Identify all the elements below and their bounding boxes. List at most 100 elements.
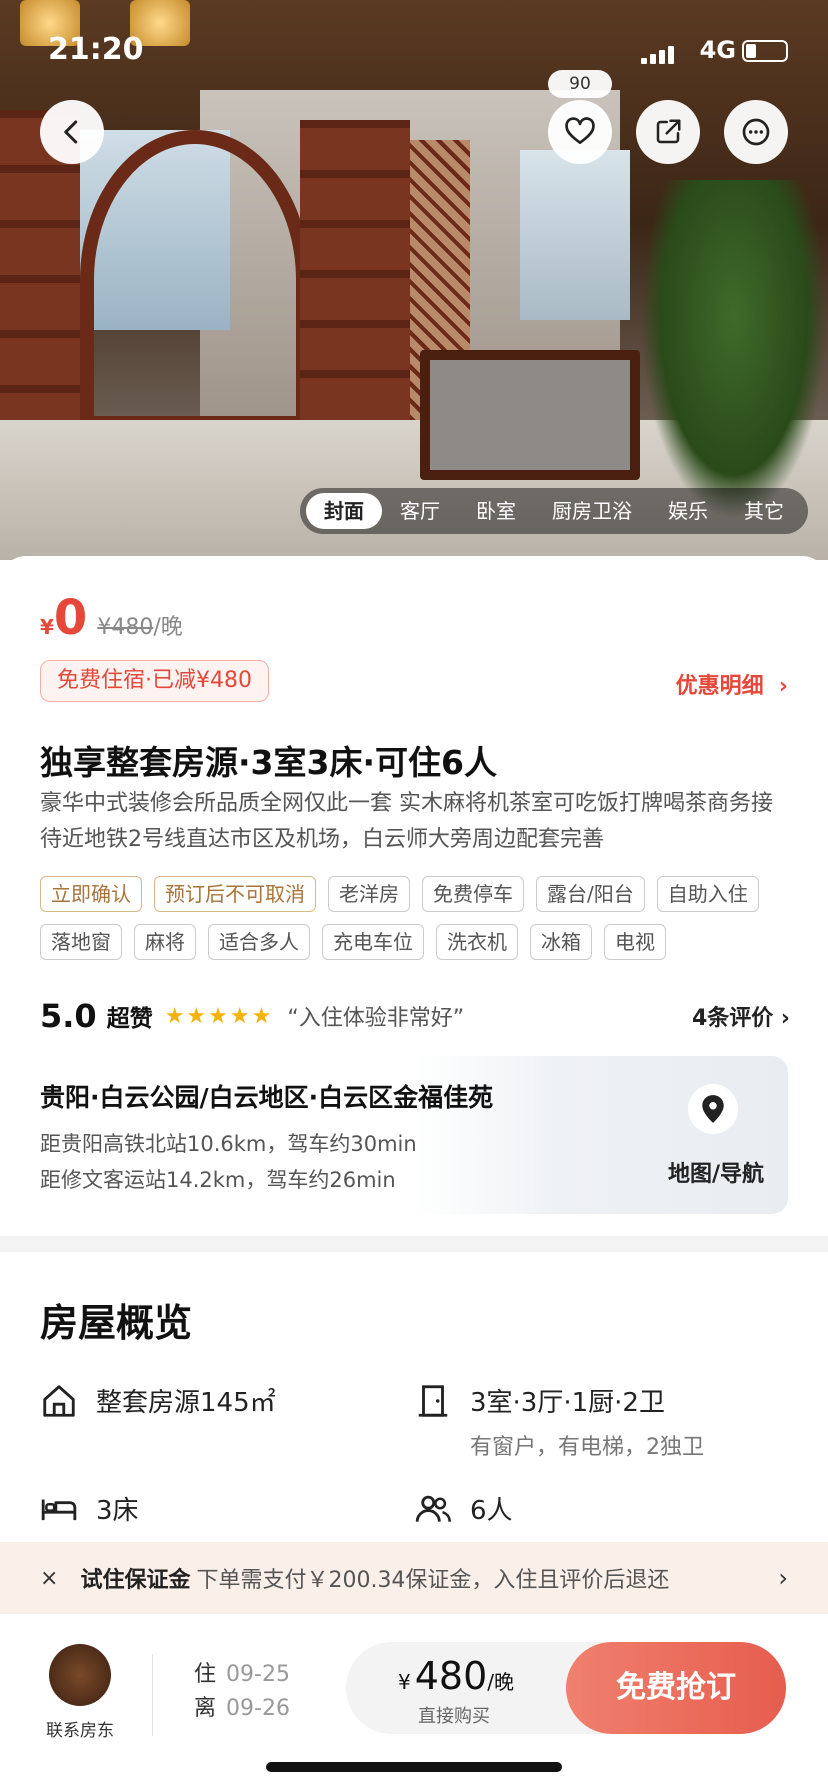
signal-icon: [641, 46, 674, 64]
tag: 落地窗: [40, 924, 122, 960]
tag: 预订后不可取消: [154, 876, 316, 912]
bottom-price: ¥480/晚: [398, 1654, 514, 1698]
tag: 老洋房: [328, 876, 410, 912]
layout-subtext: 有窗户，有电梯，2独卫: [470, 1435, 704, 1460]
rating-row[interactable]: 5.0 超赞 ★★★★★ “入住体验非常好” 4条评价 ›: [40, 996, 790, 1036]
tag: 麻将: [134, 924, 196, 960]
status-bar: 21:20 4G: [0, 32, 828, 72]
tab-other[interactable]: 其它: [726, 493, 802, 529]
hero-window: [520, 150, 630, 320]
map-pin-icon: [688, 1084, 738, 1134]
hero-sofa: [420, 350, 640, 480]
checkin-label: 住: [194, 1662, 217, 1687]
favorite-button[interactable]: [548, 100, 612, 164]
reviews-link[interactable]: 4条评价 ›: [692, 1000, 790, 1032]
network-type: 4G: [699, 36, 736, 64]
overview-layout: 3室·3厅·1厨·2卫 有窗户，有电梯，2独卫: [414, 1382, 704, 1461]
free-stay-badge: 免费住宿·已减¥480: [40, 660, 269, 702]
host-avatar: [49, 1644, 111, 1706]
chevron-right-icon: ›: [771, 674, 788, 699]
overview-beds: 3床: [40, 1490, 139, 1528]
deposit-title: 试住保证金: [80, 1568, 191, 1593]
home-indicator: [266, 1762, 562, 1772]
price-currency: ¥: [40, 615, 54, 639]
tag: 电视: [604, 924, 666, 960]
listing-title: 独享整套房源·3室3床·可住6人: [40, 743, 497, 782]
section-divider: [0, 1236, 828, 1252]
chevron-left-icon: [64, 120, 78, 144]
listing-card: ¥ 0 ¥480 /晚 免费住宿·已减¥480 优惠明细 › 独享整套房源·3室…: [0, 556, 828, 1236]
message-button[interactable]: [724, 100, 788, 164]
bottom-price-currency: ¥: [398, 1670, 411, 1694]
section-title: 房屋概览: [40, 1301, 193, 1345]
tab-cover[interactable]: 封面: [306, 493, 382, 529]
tag: 洗衣机: [436, 924, 518, 960]
checkin-date: 09-25: [226, 1662, 290, 1687]
favorite-count: 90: [548, 70, 612, 98]
overview-guests: 6人: [414, 1490, 513, 1528]
rating-score: 5.0: [40, 997, 97, 1035]
divider: [152, 1654, 153, 1736]
discount-details-label: 优惠明细: [675, 674, 764, 699]
area-text: 整套房源145㎡: [96, 1388, 276, 1418]
listing-description: 豪华中式装修会所品质全网仅此一套 实木麻将机茶室可吃饭打牌喝茶商务接待近地铁2号…: [40, 791, 773, 852]
hero-photo[interactable]: 21:20 4G 90 封面 客厅 卧室 厨房卫浴 娱乐 其它: [0, 0, 828, 560]
chevron-right-icon: ›: [773, 1006, 790, 1031]
battery-icon: [742, 40, 788, 62]
address: 贵阳·白云公园/白云地区·白云区金福佳苑: [40, 1083, 494, 1112]
share-icon: [656, 119, 681, 144]
hero-plant: [640, 180, 828, 520]
bottom-price-value: 480: [414, 1654, 488, 1698]
tab-bedroom[interactable]: 卧室: [458, 493, 534, 529]
tab-living-room[interactable]: 客厅: [382, 493, 458, 529]
close-icon[interactable]: ×: [40, 1566, 58, 1591]
star-rating-icon: ★★★★★: [164, 1003, 274, 1029]
bed-icon: [41, 1499, 77, 1521]
contact-host-button[interactable]: 联系房东: [40, 1644, 120, 1741]
house-overview: 房屋概览 整套房源145㎡ 3室·3厅·1厨·2卫 有窗户，有电梯，2独卫 3床…: [0, 1252, 828, 1542]
tag: 充电车位: [322, 924, 424, 960]
location-panel[interactable]: 贵阳·白云公园/白云地区·白云区金福佳苑 距贵阳高铁北站10.6km，驾车约30…: [40, 1056, 788, 1214]
tag: 免费停车: [422, 876, 524, 912]
hero-shelf: [300, 120, 410, 420]
tag: 适合多人: [208, 924, 310, 960]
deposit-text: 下单需支付￥200.34保证金，入住且评价后退还: [196, 1568, 670, 1593]
tag: 自助入住: [656, 876, 759, 912]
photo-category-tabs: 封面 客厅 卧室 厨房卫浴 娱乐 其它: [300, 488, 808, 534]
overview-area: 整套房源145㎡: [40, 1382, 276, 1420]
tab-kitchen-bath[interactable]: 厨房卫浴: [534, 493, 650, 529]
contact-host-label: 联系房东: [46, 1721, 114, 1741]
bottom-price-unit: /晚: [487, 1670, 515, 1694]
people-icon: [415, 1495, 451, 1522]
stay-dates[interactable]: 住 09-25 离 09-26: [194, 1658, 290, 1726]
rating-label: 超赞: [106, 1006, 153, 1032]
discount-details-link[interactable]: 优惠明细 ›: [676, 668, 788, 700]
back-button[interactable]: [40, 100, 104, 164]
tag: 立即确认: [40, 876, 142, 912]
tag: 露台/阳台: [536, 876, 645, 912]
house-icon: [43, 1385, 75, 1417]
distance-info: 距贵阳高铁北站10.6km，驾车约30min: [40, 1132, 417, 1156]
price-unit: /晚: [153, 615, 183, 640]
price-row: ¥ 0 ¥480 /晚: [40, 594, 183, 642]
deposit-banner[interactable]: × 试住保证金 下单需支付￥200.34保证金，入住且评价后退还 ›: [0, 1542, 828, 1614]
chat-icon: [742, 118, 770, 146]
layout-text: 3室·3厅·1厨·2卫: [470, 1388, 665, 1418]
guests-text: 6人: [470, 1496, 513, 1526]
book-free-button[interactable]: 免费抢订: [566, 1642, 786, 1734]
review-quote: “入住体验非常好”: [287, 1006, 465, 1031]
tag: 冰箱: [530, 924, 592, 960]
reviews-count: 4条评价: [691, 1006, 774, 1031]
tab-entertainment[interactable]: 娱乐: [650, 493, 726, 529]
map-navigation-button[interactable]: 地图/导航: [668, 1156, 764, 1188]
original-price: ¥480: [97, 615, 154, 640]
hero-moon-gate: [80, 130, 310, 430]
direct-buy-label: 直接购买: [418, 1706, 490, 1727]
beds-text: 3床: [96, 1496, 139, 1526]
share-button[interactable]: [636, 100, 700, 164]
checkout-date: 09-26: [226, 1696, 290, 1721]
checkout-label: 离: [194, 1696, 217, 1721]
heart-icon: [565, 117, 595, 144]
door-icon: [418, 1385, 448, 1417]
current-price: 0: [53, 590, 88, 646]
